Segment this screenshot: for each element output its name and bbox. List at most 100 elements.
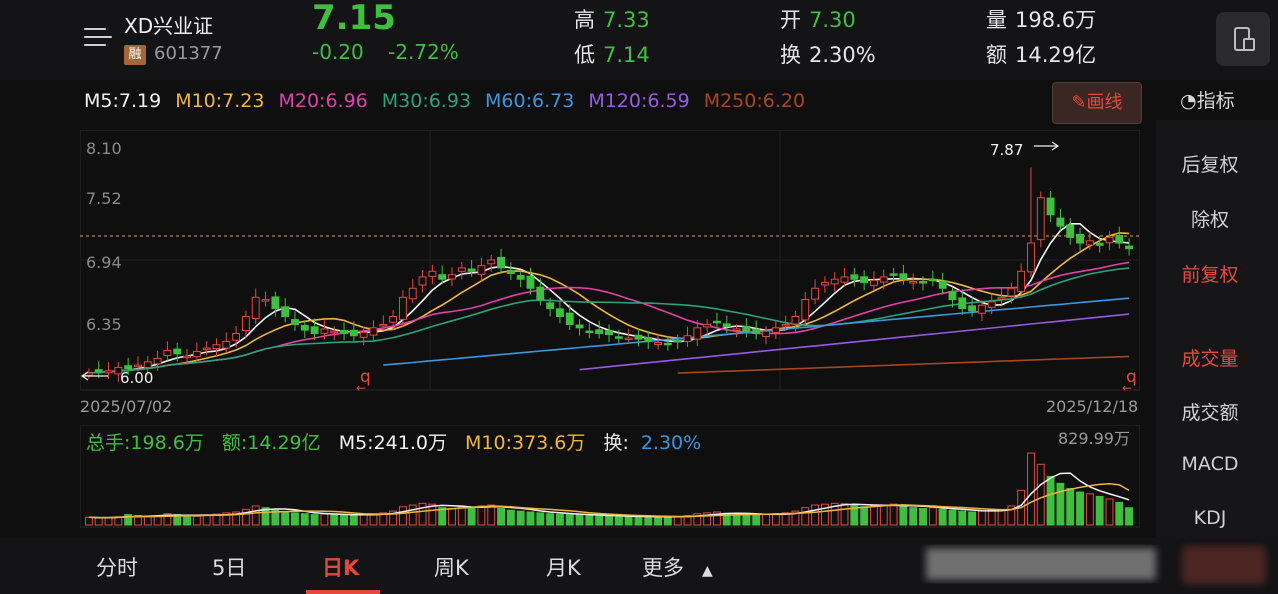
amount-indicator-option[interactable]: 成交额: [1156, 398, 1264, 425]
low-marker-label: 6.00: [120, 369, 153, 387]
candle-body: [830, 278, 839, 285]
volume-bar: [497, 508, 505, 526]
candle-body: [448, 274, 456, 280]
volume-bar: [251, 505, 260, 526]
candle-body: [781, 323, 790, 327]
candle-body: [634, 334, 643, 340]
volume-bar: [1056, 482, 1065, 526]
volume-chart[interactable]: 829.99万: [80, 425, 1140, 529]
volume-bar: [143, 515, 152, 526]
stock-code: 601377: [154, 43, 223, 64]
tab-weekly-k[interactable]: 周K: [434, 552, 469, 582]
tab-daily-k[interactable]: 日K: [322, 552, 359, 582]
volume-bar: [428, 503, 437, 526]
amount-value: 14.29亿: [1015, 43, 1097, 67]
volume-bar: [663, 516, 672, 526]
ma-line: [88, 223, 1130, 374]
candlestick-chart[interactable]: 8.10 7.52 6.94 6.35 7.87 6.00 q ← q ← 20…: [80, 130, 1140, 418]
candle-body: [271, 296, 280, 310]
candle-body: [938, 280, 947, 289]
volume-bar: [457, 506, 466, 526]
volume-bar: [654, 516, 663, 526]
ma-legend-item: M30:6.93: [381, 90, 472, 112]
candle-body: [143, 361, 152, 369]
candle-body: [771, 327, 780, 333]
volume-bar: [811, 504, 820, 526]
draw-line-button[interactable]: ✎画线: [1052, 82, 1142, 124]
candle-body: [1105, 236, 1114, 244]
high-value: 7.33: [603, 8, 650, 32]
volume-bar: [546, 513, 555, 526]
tab-intraday[interactable]: 分时: [96, 552, 138, 582]
macd-indicator-option[interactable]: MACD: [1156, 453, 1264, 475]
candle-body: [919, 281, 927, 284]
candle-body: [398, 296, 407, 320]
candle-body: [840, 276, 849, 283]
landscape-toggle-button[interactable]: [1216, 12, 1270, 66]
candle-body: [516, 274, 525, 280]
candle-body: [134, 364, 142, 368]
device-rotate-icon: [1234, 27, 1255, 51]
candle-body: [340, 329, 348, 334]
low-value: 7.14: [603, 43, 650, 67]
volume-bar: [644, 516, 653, 526]
indicator-tab[interactable]: ◔指标: [1180, 86, 1235, 113]
start-date-label: 2025/07/02: [80, 397, 172, 416]
candle-body: [438, 274, 447, 280]
volume-indicator-option[interactable]: 成交量: [1156, 344, 1264, 371]
restore-backward-option[interactable]: 后复权: [1156, 150, 1264, 177]
candle-body: [732, 328, 741, 331]
volume-bar: [1115, 501, 1124, 526]
candle-body: [899, 273, 908, 280]
kdj-indicator-option[interactable]: KDJ: [1156, 507, 1264, 529]
restore-forward-option[interactable]: 前复权: [1156, 260, 1264, 287]
volume-bar: [310, 514, 319, 526]
y-tick-label: 8.10: [86, 139, 122, 158]
ma-line: [677, 355, 1130, 374]
candle-body: [614, 336, 623, 339]
candle-body: [1017, 270, 1026, 293]
chart-options-panel: 后复权 除权 前复权 成交量 成交额 MACD KDJ: [1156, 120, 1278, 538]
ma-legend-item: M5:7.19: [84, 90, 162, 112]
tab-5day[interactable]: 5日: [212, 552, 246, 582]
volume-bar: [281, 511, 290, 526]
tab-monthly-k[interactable]: 月K: [546, 552, 581, 582]
volume-bar: [977, 510, 986, 526]
candle-body: [565, 312, 574, 325]
candle-body: [644, 337, 653, 342]
ex-rights-option[interactable]: 除权: [1156, 205, 1264, 232]
candle-body: [742, 326, 751, 332]
volume-bar: [526, 511, 535, 526]
volume-bar: [467, 507, 476, 526]
candle-body: [722, 323, 731, 328]
volume-bar: [762, 514, 770, 526]
candle-body: [928, 278, 937, 282]
candle-body: [379, 323, 388, 327]
volume-bar: [487, 504, 496, 526]
menu-icon[interactable]: [84, 24, 112, 50]
candle-body: [212, 344, 221, 350]
ma-legend-item: M120:6.59: [588, 90, 690, 112]
candle-body: [791, 316, 800, 325]
volume-bar: [359, 514, 368, 526]
volume-bar: [1095, 495, 1104, 526]
candle-body: [183, 355, 191, 359]
candle-body: [860, 276, 869, 284]
candle-body: [232, 332, 241, 341]
volume-bar: [398, 506, 407, 526]
volume-bar: [300, 513, 309, 526]
candle-body: [1066, 224, 1075, 238]
candle-body: [1007, 287, 1016, 297]
candle-body: [624, 337, 633, 340]
candle-body: [408, 287, 417, 300]
candle-body: [762, 330, 770, 337]
volume-bar: [968, 511, 977, 526]
volume-bar: [340, 514, 348, 526]
volume-bar: [909, 507, 918, 526]
candles: [84, 167, 1134, 382]
tab-more[interactable]: 更多 ▲: [642, 552, 713, 582]
candle-body: [1036, 197, 1045, 241]
candle-body: [477, 265, 486, 275]
caret-up-icon: ▲: [702, 563, 713, 579]
candle-body: [889, 273, 898, 276]
